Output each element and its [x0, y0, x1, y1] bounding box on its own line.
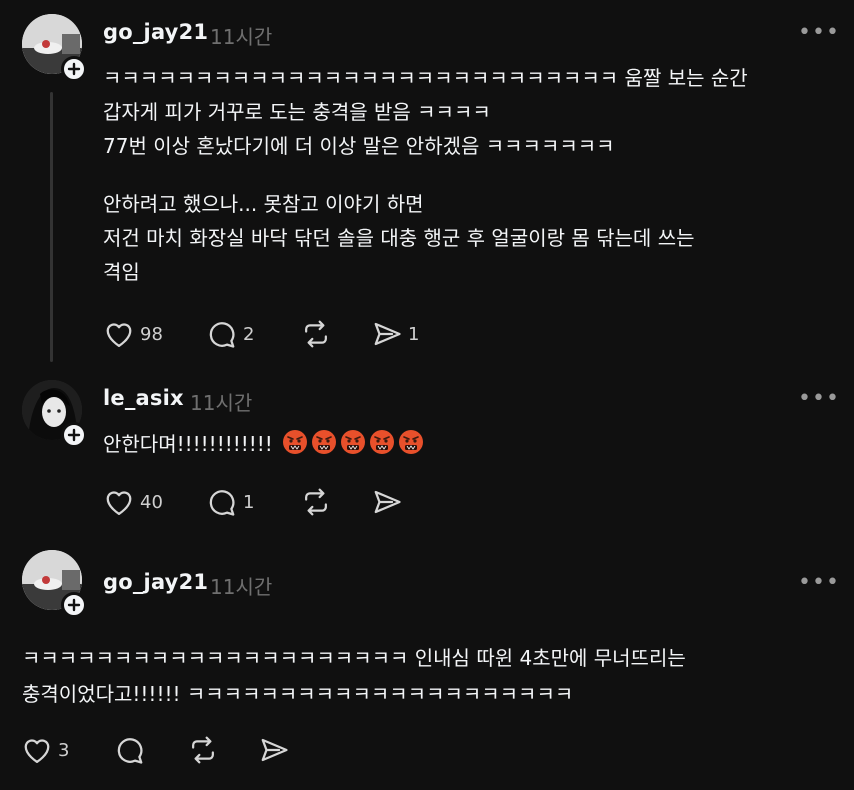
- like-button[interactable]: 3: [22, 736, 69, 764]
- repost-icon: [305, 488, 327, 516]
- post-text-line: 격임: [103, 260, 140, 284]
- post-2: le_asix 11시간 ••• 안한다며!!!!!!!!!!!! 40 1: [0, 370, 854, 540]
- comment-button[interactable]: [115, 736, 145, 764]
- share-button[interactable]: [259, 736, 289, 764]
- comment-icon: [117, 738, 143, 764]
- comment-button[interactable]: 1: [207, 488, 254, 516]
- comment-icon: [209, 322, 235, 348]
- share-count: 1: [408, 323, 420, 345]
- share-button[interactable]: [372, 488, 402, 516]
- angry-face-emoji-icon: [283, 430, 308, 454]
- timestamp: 11시간: [210, 575, 273, 599]
- emoji-row: [279, 430, 424, 456]
- post-text-line: ㅋㅋㅋㅋㅋㅋㅋㅋㅋㅋㅋㅋㅋㅋㅋㅋㅋㅋㅋㅋㅋ 인내심 따윈 4초만에 무너뜨리는: [22, 646, 686, 670]
- more-icon[interactable]: •••: [798, 22, 840, 44]
- plus-icon: [67, 428, 81, 442]
- more-icon[interactable]: •••: [798, 572, 840, 594]
- post-text-line: 안하려고 했으나... 못참고 이야기 하면: [103, 192, 424, 216]
- like-button[interactable]: 98: [104, 320, 163, 348]
- heart-icon: [24, 739, 50, 763]
- username[interactable]: go_jay21: [103, 20, 208, 44]
- like-count: 3: [58, 739, 70, 761]
- post-text-line: 저건 마치 화장실 바닥 닦던 솔을 대충 행군 후 얼굴이랑 몸 닦는데 쓰는: [103, 226, 695, 250]
- heart-icon: [106, 491, 132, 515]
- like-count: 98: [140, 323, 163, 345]
- share-icon: [261, 738, 288, 762]
- username[interactable]: go_jay21: [103, 570, 208, 594]
- more-icon[interactable]: •••: [798, 388, 840, 410]
- like-button[interactable]: 40: [104, 488, 163, 516]
- repost-button[interactable]: [300, 320, 332, 348]
- post-3: go_jay21 11시간 ••• ㅋㅋㅋㅋㅋㅋㅋㅋㅋㅋㅋㅋㅋㅋㅋㅋㅋㅋㅋㅋㅋ …: [0, 540, 854, 790]
- comment-count: 1: [243, 491, 255, 513]
- repost-button[interactable]: [300, 488, 332, 516]
- thread-line: [50, 92, 53, 362]
- post-text-line: ㅋㅋㅋㅋㅋㅋㅋㅋㅋㅋㅋㅋㅋㅋㅋㅋㅋㅋㅋㅋㅋㅋㅋㅋㅋㅋㅋㅋ 움짤 보는 순간: [103, 66, 748, 90]
- repost-button[interactable]: [187, 736, 219, 764]
- follow-button[interactable]: [61, 592, 87, 618]
- post-text-line: 충격이었다고!!!!!! ㅋㅋㅋㅋㅋㅋㅋㅋㅋㅋㅋㅋㅋㅋㅋㅋㅋㅋㅋㅋㅋ: [22, 682, 574, 706]
- post-text-line: 77번 이상 혼났다기에 더 이상 말은 안하겠음 ㅋㅋㅋㅋㅋㅋㅋ: [103, 134, 615, 158]
- plus-icon: [67, 598, 81, 612]
- follow-button[interactable]: [61, 56, 87, 82]
- repost-icon: [192, 736, 214, 764]
- heart-icon: [106, 323, 132, 347]
- comment-count: 2: [243, 323, 255, 345]
- share-button[interactable]: 1: [372, 320, 419, 348]
- like-count: 40: [140, 491, 163, 513]
- timestamp: 11시간: [190, 391, 253, 415]
- post-text-line: 안한다며!!!!!!!!!!!!: [103, 428, 424, 457]
- follow-button[interactable]: [61, 422, 87, 448]
- repost-icon: [305, 320, 327, 348]
- username[interactable]: le_asix: [103, 386, 184, 410]
- post-1: go_jay21 11시간 ••• ㅋㅋㅋㅋㅋㅋㅋㅋㅋㅋㅋㅋㅋㅋㅋㅋㅋㅋㅋㅋㅋㅋ…: [0, 0, 854, 370]
- angry-face-emoji-icon: [312, 430, 337, 454]
- share-icon: [374, 322, 401, 346]
- angry-face-emoji-icon: [370, 430, 395, 454]
- angry-face-emoji-icon: [399, 430, 424, 454]
- plus-icon: [67, 62, 81, 76]
- post-text: 안한다며!!!!!!!!!!!!: [103, 432, 273, 456]
- post-text-line: 갑자게 피가 거꾸로 도는 충격을 받음 ㅋㅋㅋㅋ: [103, 100, 491, 124]
- timestamp: 11시간: [210, 25, 273, 49]
- comment-icon: [209, 490, 235, 516]
- comment-button[interactable]: 2: [207, 320, 254, 348]
- angry-face-emoji-icon: [341, 430, 366, 454]
- share-icon: [374, 490, 401, 514]
